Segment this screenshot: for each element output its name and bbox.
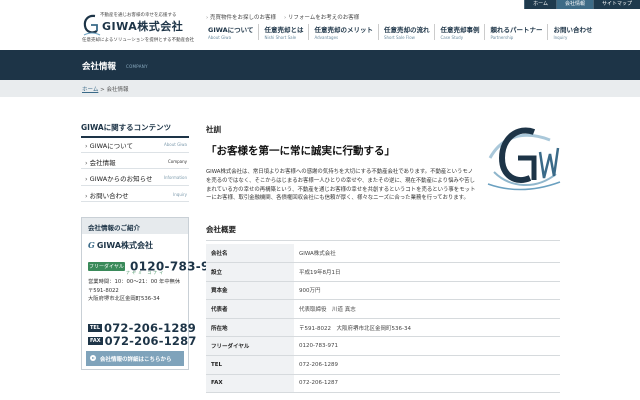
gnav-en: Case Study [440, 35, 464, 40]
row-value: 900万円 [294, 281, 560, 301]
table-row: 設立 平成19年8月1日 [206, 262, 560, 282]
table-row: 代表者 代表取締役 川道 真志 [206, 299, 560, 319]
company-motto: 「お客様を第一に常に誠実に行動する」 [206, 145, 395, 157]
breadcrumb-current: 会社情報 [106, 87, 129, 93]
row-key: フリーダイヤル [206, 336, 294, 357]
sidebar-item-en: Company [167, 158, 187, 164]
table-row: FAX 072-206-1287 [206, 374, 560, 394]
page-title-en: COMPANY [126, 64, 148, 69]
sidebar-item-label: GIWAについて [85, 140, 133, 150]
sidebar-item-label: GIWAからのお知らせ [85, 173, 153, 183]
gnav-en: Nishi Short Sale [264, 35, 297, 40]
fax-number: 072-206-1287 [104, 333, 197, 348]
freedial-kana: ナヤミ コナイ [126, 270, 166, 275]
row-value: 0120-783-971 [294, 336, 560, 357]
giwa-logo-icon [83, 14, 101, 36]
breadcrumb-home[interactable]: ホーム [82, 87, 98, 93]
gnav-en: Partnership [490, 35, 514, 40]
row-value: 072-206-1289 [294, 355, 560, 375]
fax-line: FAX 072-206-1287 [88, 330, 197, 349]
sidebar-item-company[interactable]: 会社情報 Company [81, 153, 189, 169]
company-overview-table: 会社名 GIWA株式会社 設立 平成19年8月1日 資本金 900万円 代表者 代表取締… [206, 244, 560, 394]
intro-logo: G GIWA株式会社 [88, 240, 153, 251]
overview-heading: 会社概要 [206, 224, 560, 241]
table-row: 会社名 GIWA株式会社 [206, 244, 560, 264]
top-nav-sitemap[interactable]: サイトマップ [592, 0, 640, 9]
company-detail-button[interactable]: 会社情報の詳細はこちらから [86, 351, 184, 366]
gnav-short-sale[interactable]: 任意売却とは Nishi Short Sale [258, 24, 308, 40]
gnav-label: 任意売却の流れ [383, 26, 430, 34]
sidebar-menu: GIWAについて About Giwa 会社情報 Company GIWAからのお知… [81, 136, 189, 202]
header-links: 売買物件をお探しのお客様 リフォームをお考えのお客様 [206, 13, 359, 21]
gnav-merits[interactable]: 任意売却のメリット Advantages [308, 24, 378, 40]
gnav-label: 任意売却とは [264, 26, 304, 34]
page-title: 会社情報 [82, 62, 117, 72]
site-logo[interactable]: 不動産を通じお客様の幸せを応援する GIWA株式会社 任意売却によるソリューショ… [82, 10, 194, 43]
intro-box-title: 会社情報のご紹介 [82, 218, 188, 234]
top-nav-company[interactable]: 会社情報 [555, 0, 593, 9]
company-description: GIWA株式会社は、常日頃よりお客様への感謝の気持ちを大切にする不動産会社であり… [206, 169, 476, 202]
gnav-label: 頼れるパートナー [490, 26, 543, 34]
gnav-en: Advantages [314, 35, 339, 40]
row-key: 設立 [206, 262, 294, 282]
company-intro-box: 会社情報のご紹介 G GIWA株式会社 フリーダイヤル 0120-783-971 … [81, 217, 227, 370]
sidebar-item-about[interactable]: GIWAについて About Giwa [81, 136, 189, 153]
buyer-link[interactable]: 売買物件をお探しのお客様 [206, 13, 276, 21]
address: 大阪府堺市北区金岡町536-34 [88, 296, 160, 302]
row-key: 資本金 [206, 281, 294, 301]
gnav-about[interactable]: GIWAについて About Giwa [203, 24, 258, 40]
gnav-partner[interactable]: 頼れるパートナー Partnership [484, 24, 547, 40]
row-key: 所在地 [206, 318, 294, 338]
sidebar-item-news[interactable]: GIWAからのお知らせ Information [81, 169, 189, 186]
logo-company-name: GIWA株式会社 [102, 20, 184, 33]
gnav-inquiry[interactable]: お問い合わせ Inquiry [547, 24, 597, 40]
gnav-en: Inquiry [553, 35, 568, 40]
freedial-badge: フリーダイヤル [88, 262, 125, 271]
sidebar-item-label: 会社情報 [85, 157, 116, 167]
sidebar-item-label: お問い合わせ [85, 190, 129, 200]
intro-info: 営業時間：10：00～21：00 年中無休 〒591-8022 大阪府堺市北区金… [88, 278, 180, 304]
logo-subtitle: 任意売却によるソリューションを提供とする不動産会社 [82, 38, 195, 43]
business-hours: 営業時間：10：00～21：00 年中無休 [88, 279, 181, 285]
table-row: フリーダイヤル 0120-783-971 [206, 336, 560, 357]
table-row: TEL 072-206-1289 [206, 355, 560, 375]
intro-logo-icon: G [88, 240, 95, 250]
gnav-en: Short Sale Flow [383, 35, 415, 40]
gnav-en: About Giwa [208, 35, 232, 40]
gnav-label: 任意売却事例 [440, 26, 480, 34]
row-value: 平成19年8月1日 [294, 262, 560, 282]
gnav-label: 任意売却のメリット [314, 26, 373, 34]
gnav-flow[interactable]: 任意売却の流れ Short Sale Flow [377, 24, 435, 40]
reform-link[interactable]: リフォームをお考えのお客様 [284, 13, 359, 21]
row-key: 会社名 [206, 244, 294, 264]
intro-company-name: GIWA株式会社 [96, 241, 154, 250]
sidebar-item-en: Inquiry [173, 191, 187, 197]
row-value: GIWA株式会社 [294, 244, 560, 264]
row-key: TEL [206, 355, 294, 375]
top-utility-nav: ホーム 会社情報 サイトマップ [524, 0, 640, 9]
sidebar-item-en: About Giwa [163, 142, 187, 147]
row-value: 072-206-1287 [294, 374, 560, 394]
creed-heading: 社訓 [206, 125, 221, 134]
table-row: 資本金 900万円 [206, 281, 560, 301]
row-key: 代表者 [206, 299, 294, 319]
sidebar-item-inquiry[interactable]: お問い合わせ Inquiry [81, 186, 189, 202]
top-nav-home[interactable]: ホーム [524, 0, 556, 9]
gnav-cases[interactable]: 任意売却事例 Case Study [434, 24, 484, 40]
row-key: FAX [206, 374, 294, 394]
table-row: 所在地 〒591-8022 大阪府堺市北区金岡町536-34 [206, 318, 560, 338]
row-value: 代表取締役 川道 真志 [294, 299, 560, 319]
row-value: 〒591-8022 大阪府堺市北区金岡町536-34 [294, 318, 560, 338]
breadcrumb: ホーム > 会社情報 [82, 85, 128, 93]
gnav-label: お問い合わせ [553, 26, 593, 34]
global-nav: GIWAについて About Giwa 任意売却とは Nishi Short Sal… [203, 24, 597, 40]
fax-label: FAX [88, 336, 103, 345]
gnav-label: GIWAについて [208, 26, 254, 34]
giwa-emblem-icon [487, 127, 561, 191]
page-banner: 会社情報 COMPANY [0, 50, 640, 80]
zip-code: 〒591-8022 [88, 287, 119, 294]
sidebar-item-en: Information [163, 175, 187, 180]
